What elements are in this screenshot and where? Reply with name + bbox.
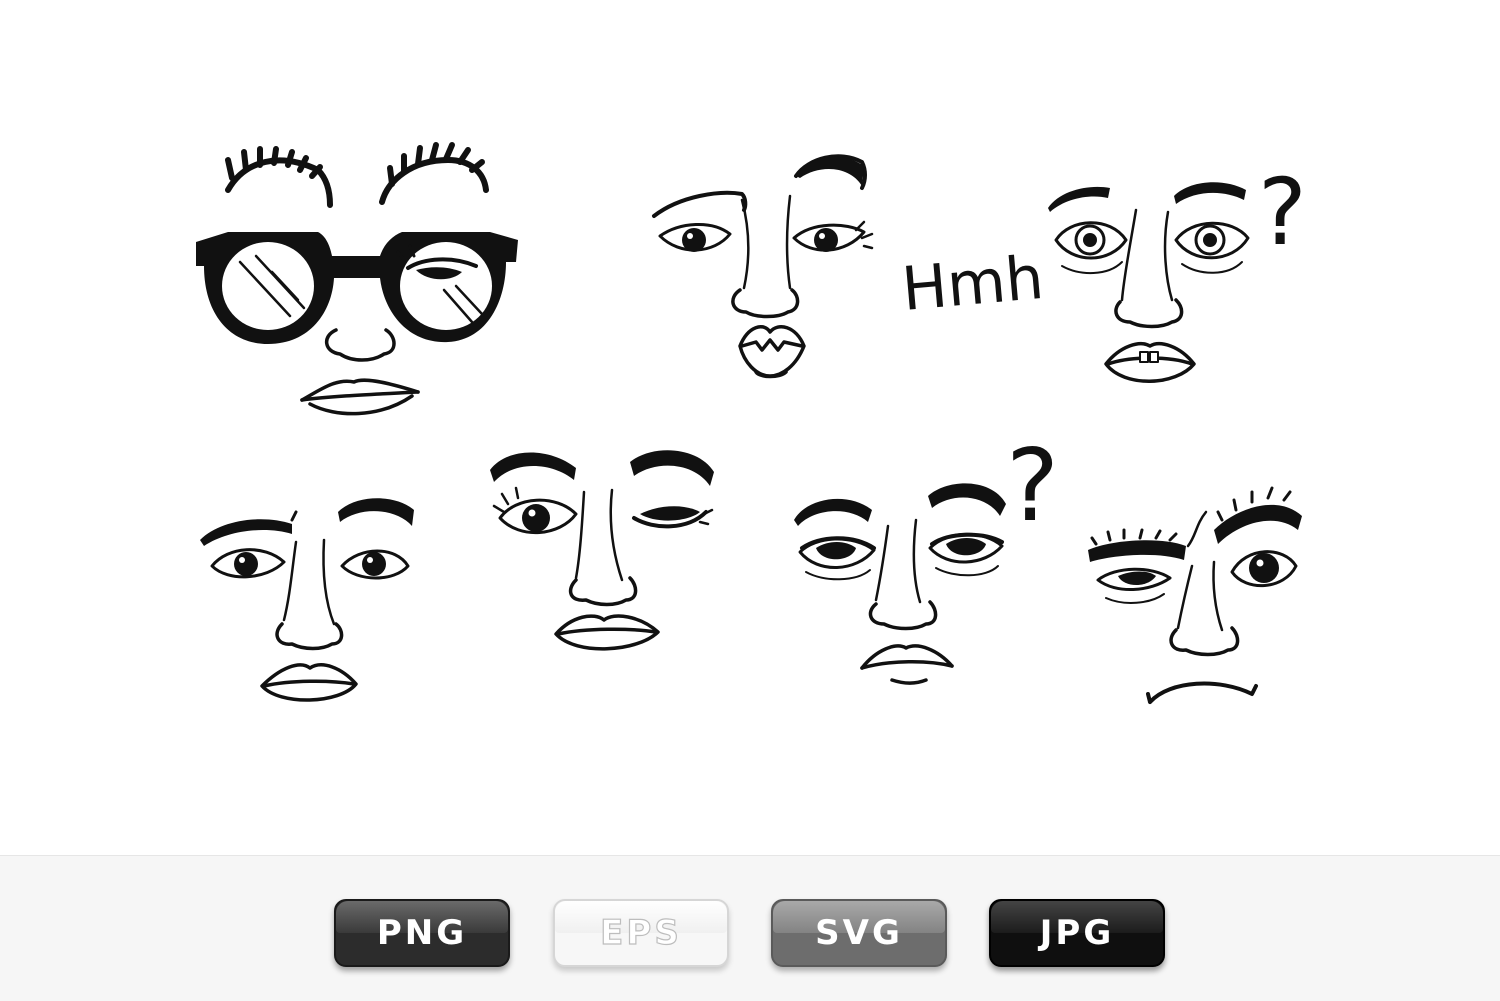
eye-left-wide: [1054, 221, 1128, 275]
jpg-label: JPG: [1039, 913, 1115, 953]
nose: [568, 576, 638, 607]
hmh-text: Hmh: [899, 243, 1046, 325]
illustration-area: Hmh ? ?: [0, 0, 1500, 855]
lips-smirk: [300, 378, 420, 416]
eye-left: [210, 548, 286, 579]
glasses-frame: [196, 232, 518, 344]
face-glasses: [196, 142, 518, 416]
face-doubtful: ?: [794, 427, 1059, 685]
eye-right-half: [928, 532, 1004, 577]
svg-label: SVG: [815, 913, 903, 953]
lips-pout: [860, 644, 954, 685]
face-angry: [1088, 486, 1302, 704]
question-mark-1: ?: [1258, 159, 1307, 266]
eye-left-open: [492, 486, 578, 534]
svg-format-button[interactable]: SVG: [771, 899, 947, 967]
nose: [731, 288, 800, 319]
question-mark-2: ?: [1006, 427, 1059, 544]
faces-illustration: Hmh ? ?: [196, 142, 1307, 704]
eps-format-button[interactable]: EPS: [553, 899, 729, 967]
format-footer: PNG EPS SVG JPG: [0, 855, 1500, 1001]
brow-left: [652, 190, 748, 218]
eye-right: [1230, 550, 1298, 587]
eye-right: [792, 220, 874, 252]
eye-right-wide: [1174, 221, 1250, 274]
png-format-button[interactable]: PNG: [334, 899, 510, 967]
eye-left-half: [798, 536, 876, 581]
jpg-format-button[interactable]: JPG: [989, 899, 1165, 967]
face-kissy: [652, 154, 874, 379]
brow-right-bushy: [379, 142, 489, 205]
face-surprised: ?: [1048, 159, 1307, 383]
eye-right: [340, 549, 410, 580]
nose: [275, 622, 344, 651]
eye-right-wink: [632, 506, 714, 529]
brow-left-bushy: [225, 146, 333, 208]
nose: [1114, 298, 1184, 329]
nose: [325, 328, 396, 362]
eps-label: EPS: [600, 912, 682, 953]
lips: [260, 663, 358, 702]
nose: [1169, 626, 1240, 657]
eye-left-narrow: [1096, 567, 1172, 604]
nose: [868, 600, 938, 631]
lips-open: [1104, 342, 1196, 383]
eye-left: [658, 222, 732, 252]
lips-kissy: [738, 325, 806, 379]
face-wink: [490, 450, 714, 651]
face-neutral: [200, 498, 414, 702]
lips-smile: [554, 614, 660, 651]
png-label: PNG: [376, 913, 468, 953]
mouth-frown: [1146, 681, 1258, 704]
